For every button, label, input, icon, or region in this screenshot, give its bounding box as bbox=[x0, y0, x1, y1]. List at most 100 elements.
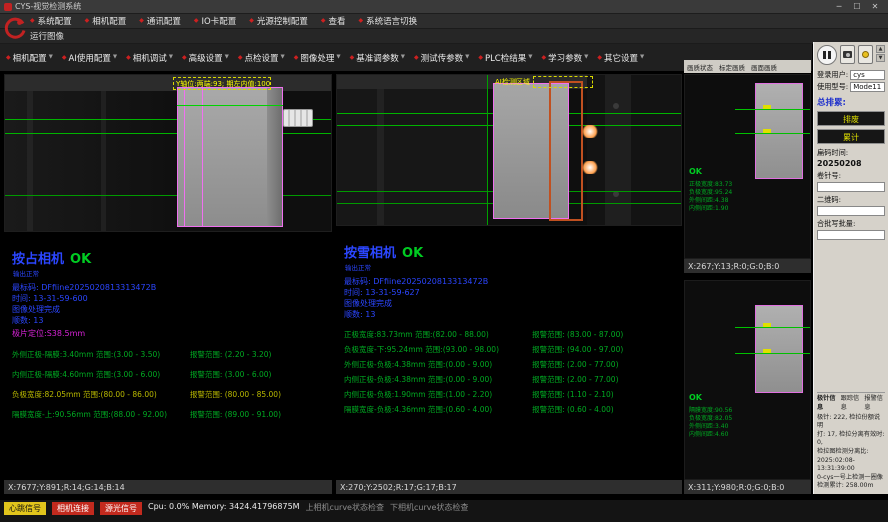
batch-input[interactable] bbox=[817, 230, 885, 240]
chevron-down-icon: ▼ bbox=[584, 55, 588, 61]
stats-line: 检测累计: 258.00m bbox=[817, 482, 885, 491]
tab-advanced-settings[interactable]: ◆ 高级设置 ▼ bbox=[182, 52, 229, 64]
total-box-2[interactable]: 累计 bbox=[817, 129, 885, 144]
measurement-row: 外侧正极-负极:4.38mm 范围:(0.00 - 9.00) 报警范围: (2… bbox=[344, 360, 674, 370]
roi-line bbox=[184, 87, 185, 227]
tab-label: 相机调试 bbox=[133, 52, 167, 64]
tab-image-processing[interactable]: ◆ 图像处理 ▼ bbox=[294, 52, 341, 64]
diamond-icon: ◆ bbox=[350, 55, 355, 61]
camera-1-name: 按占相机 bbox=[12, 248, 64, 267]
menu-label: IO卡配置 bbox=[202, 15, 237, 27]
stats-line: 打: 17, 检拉分离有效时: 0, bbox=[817, 431, 885, 448]
menu-light-config[interactable]: ◆ 光源控制配置 bbox=[249, 15, 308, 27]
stats-tab[interactable]: 极针信息 bbox=[817, 395, 838, 412]
camera-icon bbox=[843, 51, 852, 58]
dashed-roi bbox=[533, 76, 593, 88]
yellow-mark bbox=[763, 105, 771, 109]
total-box-1[interactable]: 排废 bbox=[817, 111, 885, 126]
upper-camera-check: 上相机curve状态检查 bbox=[306, 502, 384, 513]
result-status: OK bbox=[70, 252, 91, 267]
small-view-tab[interactable]: 画面画质 bbox=[751, 62, 777, 72]
close-button[interactable]: ✕ bbox=[866, 1, 884, 13]
light-toggle-button[interactable] bbox=[858, 45, 873, 64]
diamond-icon: ◆ bbox=[541, 55, 546, 61]
small-camera-1-image[interactable]: OK 正极宽度:83.73 负极宽度:95.24 外侧间距:4.38 内侧间距:… bbox=[684, 74, 811, 259]
maximize-button[interactable]: ☐ bbox=[848, 1, 866, 13]
orange-roi bbox=[549, 81, 583, 221]
model-value[interactable]: Mode11 bbox=[850, 82, 885, 92]
green-line bbox=[487, 75, 488, 226]
pixel-coordinate-readout: X:7677;Y:891;R:14;G:14;B:14 bbox=[4, 480, 332, 494]
tab-label: AI使用配置 bbox=[69, 52, 111, 64]
login-user-row: 登录用户: cys bbox=[817, 70, 885, 80]
model-label: 使用型号: bbox=[817, 82, 848, 92]
menu-label: 通讯配置 bbox=[147, 15, 181, 27]
scroll-up-icon[interactable]: ▲ bbox=[876, 45, 885, 53]
qr-code-input[interactable] bbox=[817, 206, 885, 216]
tab-camera-config[interactable]: ◆ 相机配置 ▼ bbox=[6, 52, 53, 64]
qr-code-label: 二维码: bbox=[817, 195, 885, 205]
small-camera-2-image[interactable]: OK 隔膜宽度:90.56 负极宽度:82.05 外侧间距:3.40 内侧间距:… bbox=[684, 280, 811, 480]
measurement-row: 正极宽度:83.73 bbox=[689, 181, 732, 189]
measurement-row: 负极宽度:82.05mm 范围:(80.00 - 86.00) 报警范围: (8… bbox=[12, 390, 324, 400]
tab-plc-results[interactable]: ◆ PLC检结果 ▼ bbox=[478, 52, 532, 64]
pause-button[interactable] bbox=[817, 45, 837, 65]
chevron-down-icon: ▼ bbox=[280, 55, 284, 61]
diamond-icon: ◆ bbox=[6, 55, 11, 61]
time-line: 时间: 13-31-59-627 bbox=[344, 287, 674, 298]
app-window: CYS-视觉检测系统 ─ ☐ ✕ ◆ 系统配置 ◆ 相机配置 ◆ 通讯配置 ◆ … bbox=[0, 0, 888, 522]
menu-label: 光源控制配置 bbox=[257, 15, 308, 27]
camera-toggle-button[interactable] bbox=[840, 45, 855, 64]
tab-ai-config[interactable]: ◆ AI使用配置 ▼ bbox=[62, 52, 117, 64]
menu-system-config[interactable]: ◆ 系统配置 bbox=[30, 15, 72, 27]
camera-1-overlay-text: Y轴位:两端:93; 期左内值:100 bbox=[176, 79, 270, 89]
tab-label: 基准调参数 bbox=[356, 52, 399, 64]
tab-label: 图像处理 bbox=[300, 52, 334, 64]
result-status: OK bbox=[689, 167, 702, 176]
menu-camera-config[interactable]: ◆ 相机配置 bbox=[85, 15, 127, 27]
menu-view[interactable]: ◆ 查看 bbox=[321, 15, 346, 27]
tab-spot-check[interactable]: ◆ 点检设置 ▼ bbox=[238, 52, 285, 64]
count-line: 顺数: 13 bbox=[12, 315, 324, 326]
tab-camera-debug[interactable]: ◆ 相机调试 ▼ bbox=[126, 52, 173, 64]
camera-1-image[interactable]: Y轴位:两端:93; 期左内值:100 bbox=[4, 74, 332, 232]
pause-icon bbox=[823, 51, 826, 59]
chevron-down-icon: ▼ bbox=[336, 55, 340, 61]
camera-2-name: 按雪相机 bbox=[344, 242, 396, 261]
measurement-row: 负极宽度:95.24 bbox=[689, 189, 732, 197]
statistics-block: 极针信息 跟踪信息 报警信息 极针: 222, 检拉份额说明 打: 17, 检拉… bbox=[817, 392, 885, 491]
model-row: 使用型号: Mode11 bbox=[817, 82, 885, 92]
roll-needle-input[interactable] bbox=[817, 182, 885, 192]
menu-comm-config[interactable]: ◆ 通讯配置 bbox=[139, 15, 181, 27]
menu-label: 系统语言切换 bbox=[366, 15, 417, 27]
tab-baseline-params[interactable]: ◆ 基准调参数 ▼ bbox=[350, 52, 405, 64]
result-title: 按雪相机 OK bbox=[344, 242, 674, 261]
tab-other-settings[interactable]: ◆ 其它设置 ▼ bbox=[597, 52, 644, 64]
camera-2-overlay-text: AI检测区域 bbox=[495, 77, 530, 87]
pixel-coordinate-readout: X:267;Y:13;R:0;G:0;B:0 bbox=[684, 259, 811, 273]
chevron-down-icon: ▼ bbox=[465, 55, 469, 61]
run-image-label: 运行图像 bbox=[30, 30, 64, 42]
small-view-tab[interactable]: 标定画质 bbox=[719, 62, 745, 72]
camera-2-image[interactable]: AI检测区域 bbox=[336, 74, 682, 226]
cpu-memory-readout: Cpu: 0.0% Memory: 3424.41796875M bbox=[148, 502, 300, 511]
menu-io-config[interactable]: ◆ IO卡配置 bbox=[194, 15, 236, 27]
minimize-button[interactable]: ─ bbox=[830, 1, 848, 13]
small-view-tab[interactable]: 画质状态 bbox=[687, 62, 713, 72]
scroll-down-icon[interactable]: ▼ bbox=[876, 54, 885, 62]
statistics-tabs: 极针信息 跟踪信息 报警信息 bbox=[817, 395, 885, 412]
login-user-value[interactable]: cys bbox=[850, 70, 885, 80]
menu-language-switch[interactable]: ◆ 系统语言切换 bbox=[359, 15, 418, 27]
tag-line: 极片定位:S38.5mm bbox=[12, 328, 324, 340]
roi-line bbox=[202, 87, 203, 227]
diamond-icon: ◆ bbox=[414, 55, 419, 61]
measurement-list: 隔膜宽度:90.56 负极宽度:82.05 外侧间距:3.40 内侧间距:4.6… bbox=[689, 407, 732, 439]
diamond-icon: ◆ bbox=[478, 55, 483, 61]
tab-learning-params[interactable]: ◆ 学习参数 ▼ bbox=[541, 52, 588, 64]
result-status: OK bbox=[689, 393, 702, 402]
tab-test-params[interactable]: ◆ 测试传参数 ▼ bbox=[414, 52, 469, 64]
tab-label: 学习参数 bbox=[548, 52, 582, 64]
stats-tab[interactable]: 报警信息 bbox=[864, 395, 885, 412]
stats-tab[interactable]: 跟踪信息 bbox=[841, 395, 862, 412]
diamond-icon: ◆ bbox=[597, 55, 602, 61]
